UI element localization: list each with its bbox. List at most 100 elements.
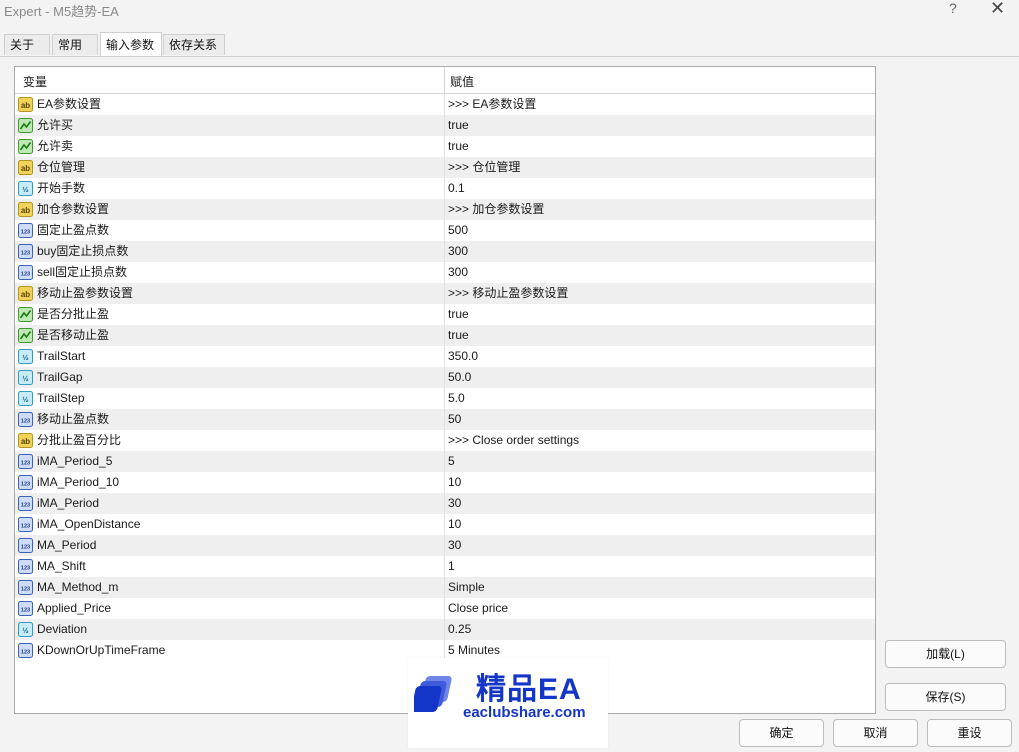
tab-about[interactable]: 关于 (4, 34, 50, 55)
double-icon: ½ (18, 181, 33, 196)
int-icon: 123 (18, 475, 33, 490)
variable-value[interactable]: 350.0 (448, 346, 478, 367)
table-row[interactable]: ½ TrailStart 350.0 (15, 346, 875, 367)
variable-value[interactable]: 50 (448, 409, 461, 430)
table-row[interactable]: 123 移动止盈点数 50 (15, 409, 875, 430)
variable-value[interactable]: 500 (448, 220, 468, 241)
cell-separator (444, 304, 445, 325)
table-row[interactable]: 是否分批止盈 true (15, 304, 875, 325)
inputs-grid[interactable]: 变量 赋值 ab EA参数设置 >>> EA参数设置 允许买 true 允许卖 true ab… (14, 66, 876, 714)
help-button[interactable]: ? (949, 0, 957, 16)
bool-icon (18, 139, 33, 154)
variable-value[interactable]: 30 (448, 535, 461, 556)
load-button[interactable]: 加载(L) (885, 640, 1006, 668)
table-row[interactable]: 123 iMA_Period_5 5 (15, 451, 875, 472)
int-icon: 123 (18, 643, 33, 658)
int-icon: 123 (18, 580, 33, 595)
variable-value[interactable]: 0.1 (448, 178, 465, 199)
close-button[interactable]: ✕ (990, 0, 1005, 19)
table-row[interactable]: ½ TrailGap 50.0 (15, 367, 875, 388)
variable-value[interactable]: 30 (448, 493, 461, 514)
variable-value[interactable]: true (448, 136, 469, 157)
tab-common[interactable]: 常用 (52, 34, 98, 55)
variable-value[interactable]: 5 (448, 451, 455, 472)
cancel-button[interactable]: 取消 (833, 719, 918, 747)
variable-value[interactable]: >>> Close order settings (448, 430, 579, 451)
variable-value[interactable]: >>> 移动止盈参数设置 (448, 283, 568, 304)
table-row[interactable]: ½ Deviation 0.25 (15, 619, 875, 640)
cell-separator (444, 430, 445, 451)
variable-name: TrailStart (37, 349, 86, 363)
variable-value[interactable]: >>> 仓位管理 (448, 157, 520, 178)
variable-name: 加仓参数设置 (37, 202, 110, 216)
int-icon: 123 (18, 223, 33, 238)
svg-text:123: 123 (21, 230, 30, 236)
tab-dependencies[interactable]: 依存关系 (163, 34, 225, 55)
table-row[interactable]: 123 MA_Period 30 (15, 535, 875, 556)
table-row[interactable]: 123 Applied_Price Close price (15, 598, 875, 619)
variable-value[interactable]: Close price (448, 598, 508, 619)
variable-name: 允许卖 (37, 139, 74, 153)
table-row[interactable]: 123 iMA_OpenDistance 10 (15, 514, 875, 535)
ok-button[interactable]: 确定 (739, 719, 824, 747)
column-header-variable[interactable]: 变量 (23, 73, 47, 90)
int-icon: 123 (18, 559, 33, 574)
table-row[interactable]: ab 分批止盈百分比 >>> Close order settings (15, 430, 875, 451)
cell-separator (444, 556, 445, 577)
table-row[interactable]: ½ TrailStep 5.0 (15, 388, 875, 409)
table-row[interactable]: ab 仓位管理 >>> 仓位管理 (15, 157, 875, 178)
table-row[interactable]: 允许买 true (15, 115, 875, 136)
cell-separator (444, 115, 445, 136)
variable-value[interactable]: 300 (448, 262, 468, 283)
variable-name: MA_Method_m (37, 580, 119, 594)
variable-value[interactable]: 1 (448, 556, 455, 577)
grid-rows: ab EA参数设置 >>> EA参数设置 允许买 true 允许卖 true ab 仓位管理 >>… (15, 94, 875, 661)
variable-name: sell固定止损点数 (37, 265, 128, 279)
table-row[interactable]: 123 MA_Shift 1 (15, 556, 875, 577)
grid-header: 变量 赋值 (15, 67, 875, 94)
column-separator[interactable] (444, 67, 445, 93)
variable-value[interactable]: 50.0 (448, 367, 471, 388)
variable-value[interactable]: 300 (448, 241, 468, 262)
column-header-value[interactable]: 赋值 (450, 73, 474, 90)
int-icon: 123 (18, 412, 33, 427)
variable-name: 开始手数 (37, 181, 86, 195)
cell-separator (444, 577, 445, 598)
cell-separator (444, 535, 445, 556)
table-row[interactable]: 允许卖 true (15, 136, 875, 157)
tab-inputs[interactable]: 输入参数 (100, 32, 162, 56)
save-button[interactable]: 保存(S) (885, 683, 1006, 711)
variable-value[interactable]: true (448, 325, 469, 346)
variable-name: MA_Period (37, 538, 97, 552)
cell-separator (444, 178, 445, 199)
table-row[interactable]: ½ 开始手数 0.1 (15, 178, 875, 199)
table-row[interactable]: 123 sell固定止损点数 300 (15, 262, 875, 283)
table-row[interactable]: 123 MA_Method_m Simple (15, 577, 875, 598)
variable-value[interactable]: >>> EA参数设置 (448, 94, 536, 115)
table-row[interactable]: 123 固定止盈点数 500 (15, 220, 875, 241)
cell-separator (444, 619, 445, 640)
int-icon: 123 (18, 244, 33, 259)
table-row[interactable]: ab EA参数设置 >>> EA参数设置 (15, 94, 875, 115)
variable-name: Applied_Price (37, 601, 112, 615)
reset-button[interactable]: 重设 (927, 719, 1012, 747)
cell-separator (444, 325, 445, 346)
table-row[interactable]: ab 加仓参数设置 >>> 加仓参数设置 (15, 199, 875, 220)
variable-value[interactable]: 5.0 (448, 388, 465, 409)
int-icon: 123 (18, 496, 33, 511)
variable-name: iMA_OpenDistance (37, 517, 141, 531)
variable-value[interactable]: Simple (448, 577, 485, 598)
variable-value[interactable]: true (448, 304, 469, 325)
variable-name: buy固定止损点数 (37, 244, 129, 258)
variable-value[interactable]: >>> 加仓参数设置 (448, 199, 544, 220)
table-row[interactable]: ab 移动止盈参数设置 >>> 移动止盈参数设置 (15, 283, 875, 304)
table-row[interactable]: 123 iMA_Period_10 10 (15, 472, 875, 493)
table-row[interactable]: 123 buy固定止损点数 300 (15, 241, 875, 262)
table-row[interactable]: 是否移动止盈 true (15, 325, 875, 346)
variable-value[interactable]: 10 (448, 472, 461, 493)
variable-value[interactable]: 0.25 (448, 619, 471, 640)
table-row[interactable]: 123 iMA_Period 30 (15, 493, 875, 514)
variable-name: 移动止盈参数设置 (37, 286, 134, 300)
variable-value[interactable]: 10 (448, 514, 461, 535)
variable-value[interactable]: true (448, 115, 469, 136)
